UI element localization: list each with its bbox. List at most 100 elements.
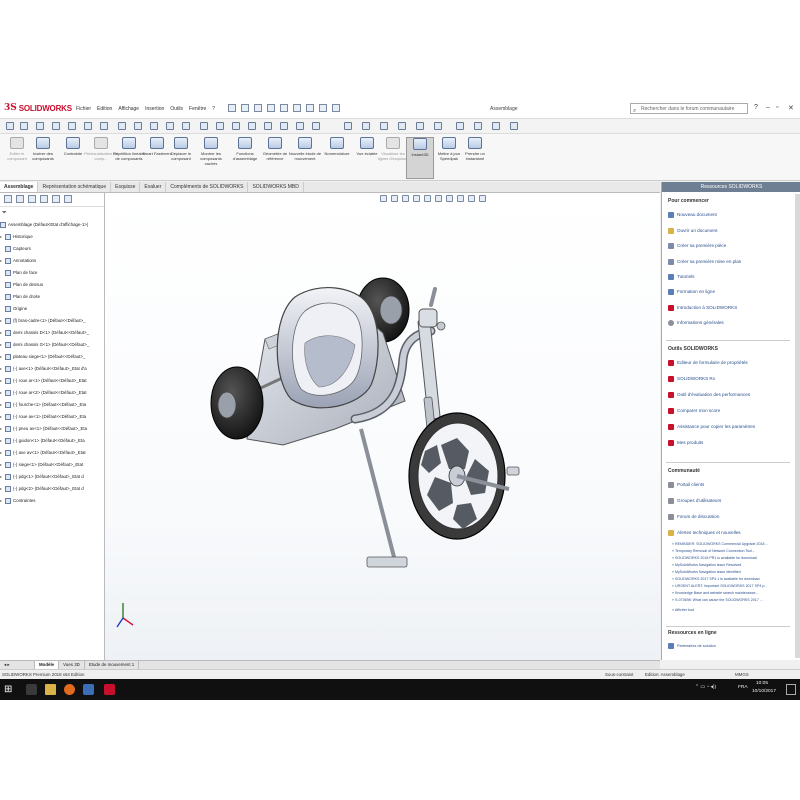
minimize-icon[interactable]: – — [766, 104, 770, 111]
news-item[interactable]: MySolidWorks Navigation issue identified — [672, 570, 741, 574]
tree-item[interactable]: ▸ demi chassis D<1> (Défaut<<Défaut>_ — [0, 327, 104, 339]
open-folder-icon[interactable] — [254, 104, 262, 112]
tree-item[interactable]: ▸ (-) roue av<1> (Défaut<<Défaut>_Eta — [0, 411, 104, 423]
tree-item[interactable]: ▸ Contraintes — [0, 495, 104, 507]
news-item[interactable]: Temporary Removal of Network Connection … — [672, 549, 755, 553]
filter-icon[interactable]: ⏷ — [2, 210, 7, 217]
search-command-icon[interactable] — [20, 122, 28, 130]
link-user-groups[interactable]: Groupes d'utilisateurs — [668, 498, 721, 504]
clock-time[interactable]: 10:05 — [756, 681, 768, 686]
edit-appearance-icon[interactable] — [362, 122, 370, 130]
language-indicator[interactable]: FRA — [738, 685, 748, 690]
app-icon[interactable] — [83, 684, 94, 695]
rear-left-wheel[interactable] — [210, 366, 264, 440]
search-input[interactable]: ⌕ Rechercher dans le forum communautaire — [630, 103, 748, 114]
link-first-drawing[interactable]: Créer sa première mise en plan — [668, 259, 741, 265]
link-property-editor[interactable]: Editeur de formulaire de propriétés — [668, 360, 748, 366]
link-online-training[interactable]: Formation en ligne — [668, 289, 715, 295]
menu-edition[interactable]: Edition — [97, 106, 112, 112]
sketch-icon[interactable] — [68, 122, 76, 130]
news-item[interactable]: SOLIDWORKS 2018 PR1 is available for dow… — [672, 556, 757, 560]
lights-icon[interactable] — [456, 122, 464, 130]
feature-tree-icon[interactable] — [4, 195, 12, 203]
tree-item[interactable]: ▸ (f) bras-cadre<1> (Défaut<<Défaut>_ — [0, 315, 104, 327]
tree-item[interactable]: ▸ (-) axe av<1> (Défaut<<Défaut>_Etat — [0, 447, 104, 459]
measure-icon[interactable] — [280, 122, 288, 130]
link-general-info[interactable]: Informations générales — [668, 320, 724, 326]
tree-item[interactable]: ▸ Annotations — [0, 255, 104, 267]
trike-model[interactable] — [105, 193, 660, 660]
display-manager-icon[interactable] — [52, 195, 60, 203]
news-item[interactable]: REMINDER: SOLIDWORKS Commercial Upgrade … — [672, 542, 768, 546]
new-motion-study-button[interactable]: Nouvelle étude de mouvement — [288, 137, 322, 161]
dimxpert-icon[interactable] — [40, 195, 48, 203]
tree-item[interactable]: ▸ demi chassis G<1> (Défaut<<Défaut>_ — [0, 339, 104, 351]
print-icon[interactable] — [280, 104, 288, 112]
rebuild-icon[interactable] — [319, 104, 327, 112]
options-gear-icon[interactable] — [332, 104, 340, 112]
select-cursor-icon[interactable] — [306, 104, 314, 112]
hide-show-icon[interactable] — [344, 122, 352, 130]
display-style-icon[interactable] — [435, 195, 442, 202]
menu-fichier[interactable]: Fichier — [76, 106, 91, 112]
mate-icon[interactable] — [200, 122, 208, 130]
link-first-part[interactable]: Créer sa première pièce — [668, 243, 726, 249]
link-intro-solidworks[interactable]: Introduction à SOLIDWORKS — [668, 305, 737, 311]
link-my-products[interactable]: Mes produits — [668, 440, 703, 446]
save-icon[interactable] — [267, 104, 275, 112]
link-compare-score[interactable]: Comparer mon score — [668, 408, 720, 414]
tree-item[interactable]: ▸ (-) roue ar<2> (Défaut<<Défaut>_Etat — [0, 387, 104, 399]
apply-scene-icon[interactable] — [468, 195, 475, 202]
tree-item[interactable]: ▸ (-) pdg<1> (Défaut<<Défaut>_Etat d — [0, 471, 104, 483]
view-settings-icon[interactable] — [150, 122, 158, 130]
news-item[interactable]: URGENT ALERT: Important SOLIDWORKS 2017 … — [672, 584, 767, 588]
tree-item[interactable]: ▸ (-) pdg<2> (Défaut<<Défaut>_Etat d — [0, 483, 104, 495]
menu-outils[interactable]: Outils — [170, 106, 183, 112]
tab-representation-schematique[interactable]: Représentation schématique — [38, 182, 112, 192]
appearance-icon[interactable] — [118, 122, 126, 130]
zoom-area-icon[interactable] — [391, 195, 398, 202]
tab-3d-views[interactable]: Vues 3D — [59, 661, 85, 669]
link-customer-portal[interactable]: Portail clients — [668, 482, 704, 488]
close-icon[interactable]: ✕ — [788, 104, 794, 112]
take-snapshot-button[interactable]: Prendre un instantané — [458, 137, 492, 161]
pedal-left[interactable] — [359, 428, 408, 568]
task-pane-scrollbar[interactable] — [795, 194, 800, 658]
property-manager-icon[interactable] — [16, 195, 24, 203]
tab-scroll-arrows[interactable]: ◂ ▸ — [0, 661, 35, 669]
maximize-icon[interactable]: ▫ — [776, 104, 778, 111]
view-orientation-icon[interactable] — [84, 122, 92, 130]
edit-appearance-icon[interactable] — [457, 195, 464, 202]
section-view-icon[interactable] — [312, 122, 320, 130]
scene-icon[interactable] — [134, 122, 142, 130]
sketch-lines-button[interactable]: Visualiser les lignes d'esquisse — [376, 137, 410, 161]
realview-icon[interactable] — [182, 122, 190, 130]
show-all-link[interactable]: Afficher tout — [672, 608, 694, 612]
tree-item[interactable]: ▸ (-) roue ar<1> (Défaut<<Défaut>_Etat — [0, 375, 104, 387]
pin-icon[interactable] — [228, 104, 236, 112]
zoom-to-fit-icon[interactable] — [380, 195, 387, 202]
new-document-icon[interactable] — [241, 104, 249, 112]
link-solution-partners[interactable]: Partenaires de solution — [668, 643, 716, 649]
hide-show-items-icon[interactable] — [446, 195, 453, 202]
tab-model[interactable]: Modèle — [35, 661, 60, 669]
link-tech-alerts[interactable]: Alertes techniques et nouvelles — [668, 530, 741, 536]
explode-icon[interactable] — [248, 122, 256, 130]
seat[interactable] — [276, 286, 379, 409]
firefox-icon[interactable] — [64, 684, 75, 695]
show-hidden-components-button[interactable]: Montrer les composants cachés — [194, 137, 228, 166]
link-open-document[interactable]: Ouvrir un document — [668, 228, 717, 234]
tab-complements[interactable]: Compléments de SOLIDWORKS — [166, 182, 249, 192]
configuration-manager-icon[interactable] — [28, 195, 36, 203]
display-style-icon[interactable] — [100, 122, 108, 130]
graphics-area[interactable] — [105, 193, 660, 660]
clock-date[interactable]: 10/10/2017 — [752, 689, 776, 694]
news-item[interactable]: Knowledge Base and website search mainte… — [672, 591, 759, 595]
tree-item[interactable]: ▸ (-) pneu av<1> (Défaut<<Défaut>_Eta — [0, 423, 104, 435]
selection-tool-icon[interactable] — [510, 122, 518, 130]
windows-start-icon[interactable]: ⊞ — [4, 684, 15, 695]
tree-item[interactable]: ▸ Historique — [0, 231, 104, 243]
tree-item[interactable]: Origine — [0, 303, 104, 315]
apply-scene-icon[interactable] — [380, 122, 388, 130]
undo-icon[interactable] — [293, 104, 301, 112]
